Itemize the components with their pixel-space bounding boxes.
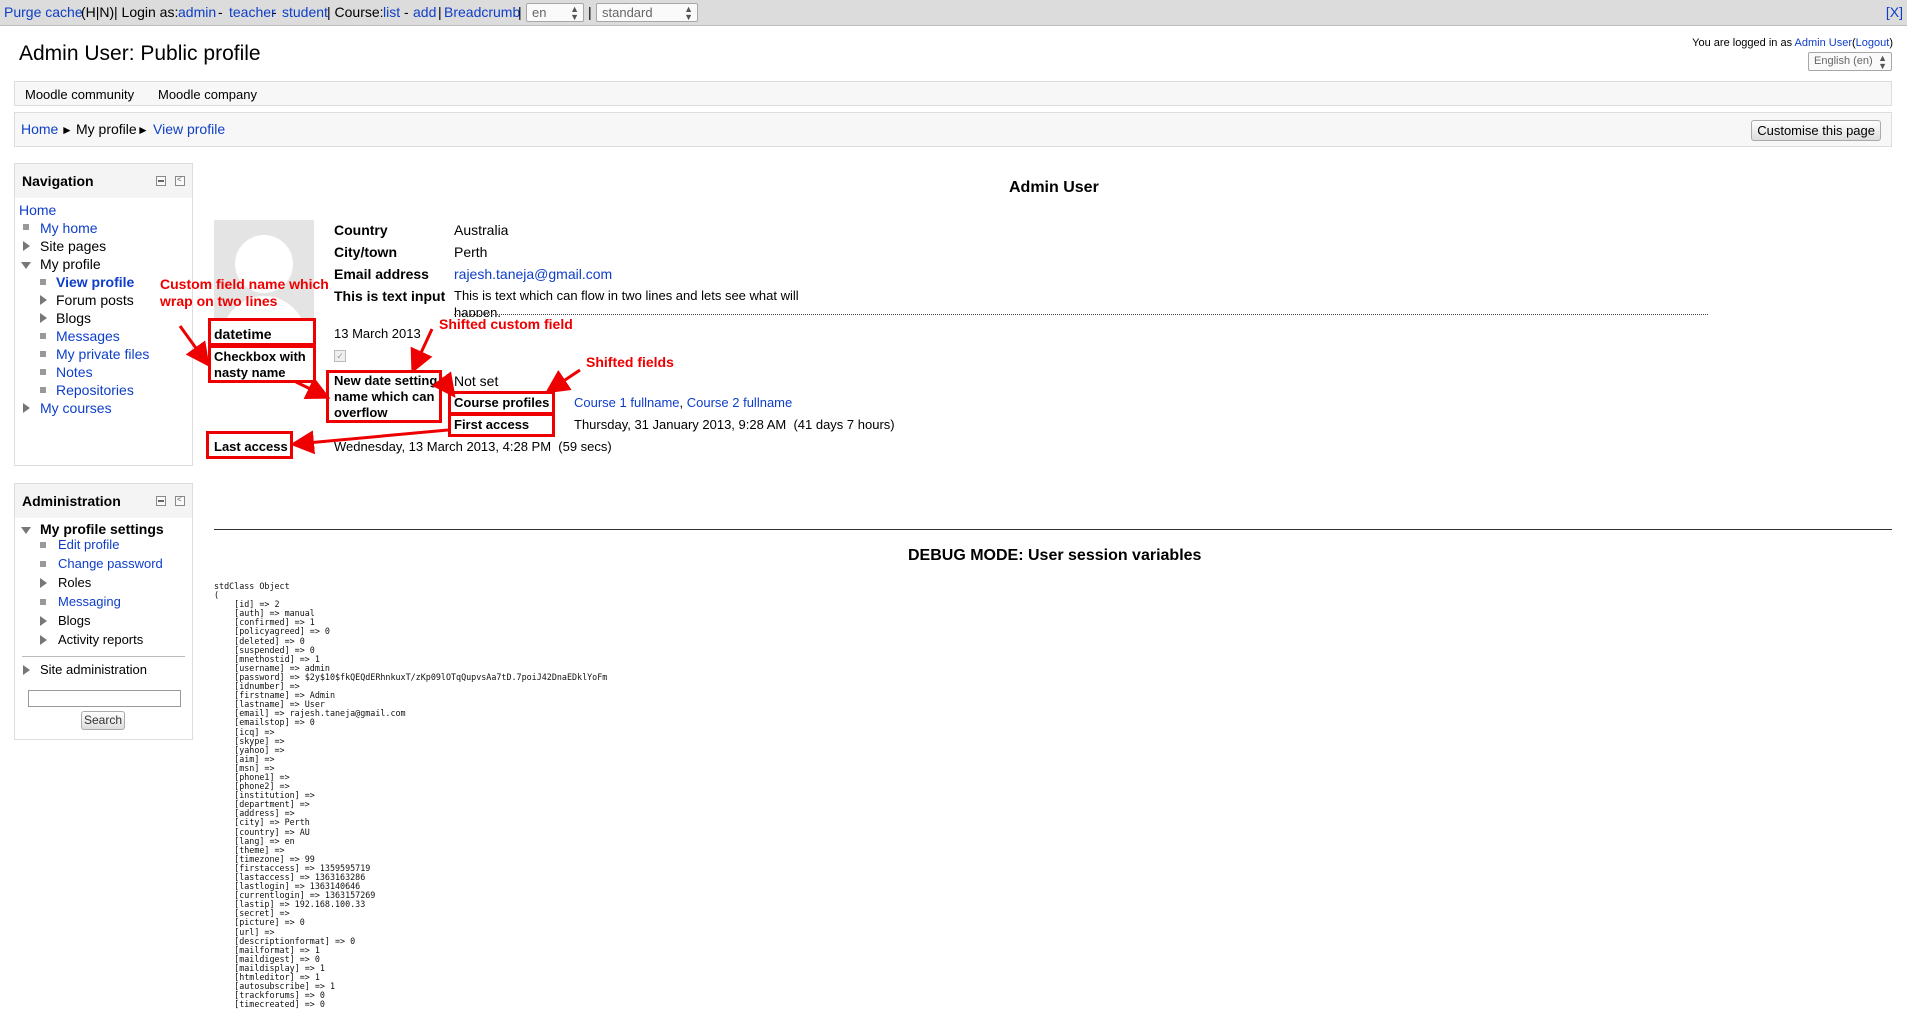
debug-divider	[214, 529, 1892, 530]
arrow-shifted-custom-field	[410, 328, 434, 374]
debug-title: DEBUG MODE: User session variables	[908, 547, 1202, 564]
arrow-to-last-access	[290, 428, 449, 455]
arrow-to-checkbox-label	[178, 325, 210, 367]
arrow-to-course-profiles	[431, 371, 456, 398]
arrow-shifted-fields	[545, 368, 581, 394]
session-variables-dump: stdClass Object ( [id] => 2 [auth] => ma…	[214, 581, 608, 1010]
arrow-to-new-date-label	[295, 377, 331, 399]
